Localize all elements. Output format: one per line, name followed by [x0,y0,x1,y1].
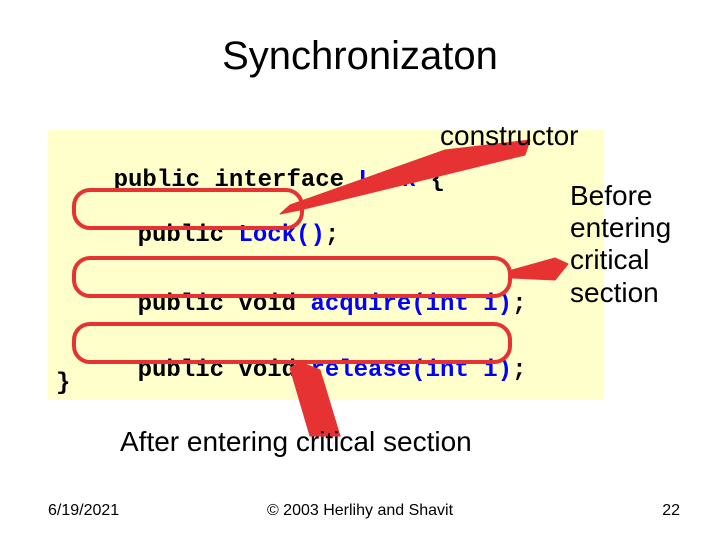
code-identifier: Lock [358,167,416,194]
callout-before: Before entering critical section [570,180,671,309]
code-kw: ; [512,357,526,384]
slide: Synchronizaton public interface Lock { p… [0,0,720,540]
outline-constructor [72,188,304,230]
code-kw: { [416,167,445,194]
code-kw: ; [325,222,339,249]
code-close: } [56,370,70,397]
callout-constructor: constructor [440,120,579,152]
outline-acquire [72,256,512,298]
footer-page-number: 22 [662,502,680,520]
callout-after: After entering critical section [120,426,472,458]
outline-release [72,322,512,364]
slide-title: Synchronizaton [0,34,720,79]
code-kw: ; [512,291,526,318]
footer-copyright: © 2003 Herlihy and Shavit [0,502,720,520]
